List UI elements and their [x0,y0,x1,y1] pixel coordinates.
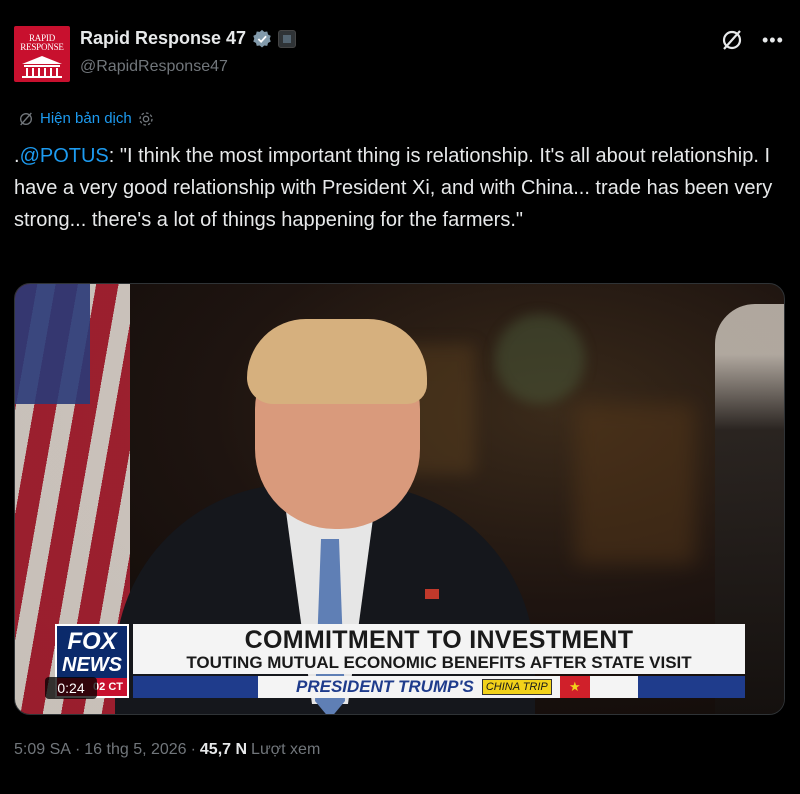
ticker-text: PRESIDENT TRUMP'S [296,677,474,696]
meta-separator: · [74,741,81,758]
quote-body: : "I think the most important thing is r… [14,145,773,231]
meta-separator: · [190,741,196,758]
video-duration: 0:24 [45,677,97,699]
white-house-icon [22,56,62,78]
name-row: Rapid Response 47 [80,28,297,49]
china-flag-icon: ★ [559,676,590,698]
views-count: 45,7 N [199,741,248,758]
tweet-time[interactable]: 5:09 SA [14,741,71,759]
background-plant [495,314,585,404]
chyron-headline-box: COMMITMENT TO INVESTMENT TOUTING MUTUAL … [133,624,745,674]
mention-link[interactable]: @POTUS [20,145,109,167]
display-name[interactable]: Rapid Response 47 [80,28,246,49]
gear-icon[interactable] [138,111,154,127]
news-chyron: FOX NEWS 02 CT COMMITMENT TO INVESTMENT … [55,624,745,698]
show-translation-link[interactable]: Hiện bản dịch [40,110,132,127]
user-handle[interactable]: @RapidResponse47 [80,58,228,76]
background-lamp [575,404,695,564]
grok-icon[interactable] [720,28,744,52]
affiliate-icon[interactable] [278,29,297,48]
news-logo-text: NEWS [62,654,122,676]
header-actions: ••• [720,28,786,52]
tweet-text: .@POTUS: "I think the most important thi… [14,140,784,236]
speaker-hair [247,319,427,404]
translate-icon [20,112,32,125]
chyron-headline: COMMITMENT TO INVESTMENT [244,626,634,654]
avatar-logo-text: RAPID RESPONSE [20,33,64,52]
more-icon[interactable]: ••• [762,28,786,52]
chyron-ticker: PRESIDENT TRUMP'S CHINA TRIP ★ [133,676,745,698]
ticker-label-box: PRESIDENT TRUMP'S CHINA TRIP ★ [258,676,638,698]
verified-badge-icon[interactable] [252,29,272,49]
translate-row: Hiện bản dịch [18,110,154,127]
flag-canton [15,284,90,404]
tweet-header: RAPID RESPONSE Rapid Response 47 @RapidRe… [14,24,786,84]
views-label: Lượt xem [251,741,321,758]
avatar[interactable]: RAPID RESPONSE [14,26,70,82]
chyron-subheadline: TOUTING MUTUAL ECONOMIC BENEFITS AFTER S… [186,653,692,672]
ticker-tag: CHINA TRIP [481,679,552,695]
flag-pin [425,589,439,599]
fox-logo-text: FOX [67,628,117,655]
tweet-date[interactable]: 16 thg 5, 2026 [84,741,186,759]
tweet-meta: 5:09 SA · 16 thg 5, 2026 · 45,7 N Lượt x… [14,741,320,759]
video-player[interactable]: FOX NEWS 02 CT COMMITMENT TO INVESTMENT … [14,283,785,715]
